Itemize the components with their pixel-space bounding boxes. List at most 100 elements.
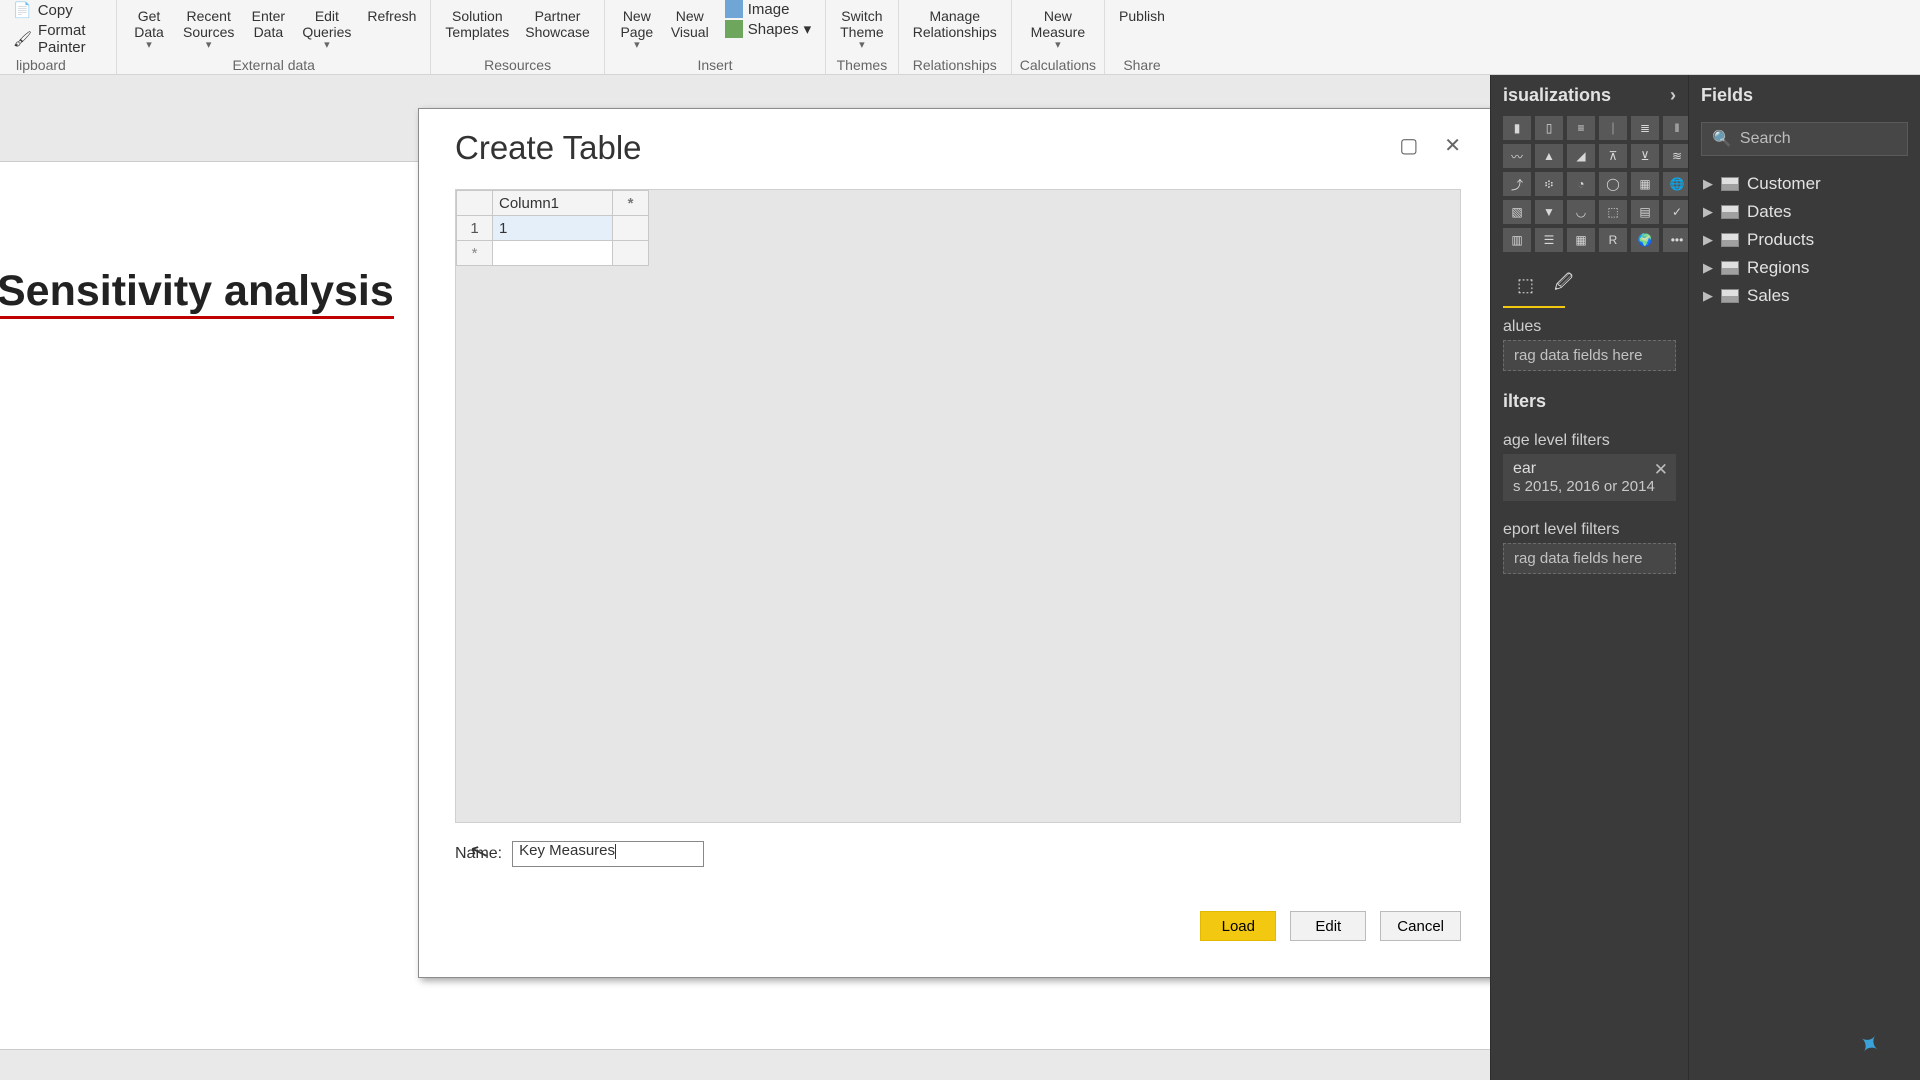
field-label: Sales bbox=[1747, 286, 1790, 306]
name-label: Name: bbox=[455, 845, 502, 863]
shapes-button[interactable]: Shapes ▾ bbox=[725, 20, 811, 38]
edit-queries-label: Edit Queries bbox=[302, 8, 351, 40]
field-table-products[interactable]: ▶ Products bbox=[1689, 226, 1920, 254]
image-button[interactable]: Image bbox=[725, 0, 811, 18]
edit-queries-button[interactable]: Edit Queries ▾ bbox=[296, 0, 357, 51]
viz-tabs-row: ⬚ 🖉 bbox=[1503, 264, 1565, 308]
viz-100-bar[interactable]: ≣ bbox=[1631, 116, 1659, 140]
viz-gauge[interactable]: ◡ bbox=[1567, 200, 1595, 224]
solution-templates-button[interactable]: Solution Templates bbox=[439, 0, 515, 40]
page-filters-label: age level filters bbox=[1491, 422, 1688, 454]
viz-multi-card[interactable]: ▤ bbox=[1631, 200, 1659, 224]
load-button[interactable]: Load bbox=[1200, 911, 1276, 941]
calculations-group: New Measure ▾ Calculations bbox=[1012, 0, 1105, 74]
format-painter-label: Format Painter bbox=[38, 22, 103, 56]
column-header-1[interactable]: Column1 bbox=[493, 191, 613, 216]
manage-relationships-label: Manage Relationships bbox=[913, 8, 997, 40]
viz-line[interactable]: 〰 bbox=[1503, 144, 1531, 168]
close-button[interactable]: ✕ bbox=[1444, 133, 1461, 158]
field-table-regions[interactable]: ▶ Regions bbox=[1689, 254, 1920, 282]
viz-filled-map[interactable]: ▧ bbox=[1503, 200, 1531, 224]
new-row-indicator[interactable]: * bbox=[457, 241, 493, 266]
viz-combo1[interactable]: ⊼ bbox=[1599, 144, 1627, 168]
dialog-title: Create Table bbox=[455, 129, 642, 167]
viz-donut[interactable]: ◯ bbox=[1599, 172, 1627, 196]
grid-corner bbox=[457, 191, 493, 216]
viz-waterfall[interactable]: ⤴ bbox=[1503, 172, 1531, 196]
viz-stacked-bar[interactable]: ▮ bbox=[1503, 116, 1531, 140]
table-icon bbox=[1721, 177, 1739, 191]
chevron-down-icon: ▾ bbox=[146, 38, 152, 51]
cell-new[interactable] bbox=[493, 241, 613, 266]
visualizations-title: isualizations bbox=[1503, 85, 1611, 106]
viz-slicer[interactable]: ▥ bbox=[1503, 228, 1531, 252]
cancel-button[interactable]: Cancel bbox=[1380, 911, 1461, 941]
viz-stacked-area[interactable]: ◢ bbox=[1567, 144, 1595, 168]
viz-card[interactable]: ⬚ bbox=[1599, 200, 1627, 224]
viz-ribbon[interactable]: ≋ bbox=[1663, 144, 1691, 168]
chevron-down-icon: ▾ bbox=[634, 38, 640, 51]
chevron-down-icon: ▾ bbox=[1055, 38, 1061, 51]
viz-scatter[interactable]: ፨ bbox=[1535, 172, 1563, 196]
viz-clustered-bar[interactable]: ≡ bbox=[1567, 116, 1595, 140]
publish-button[interactable]: Publish bbox=[1113, 0, 1171, 24]
edit-button[interactable]: Edit bbox=[1290, 911, 1366, 941]
visualization-type-grid: ▮ ▯ ≡ ｜ ≣ ‖ 〰 ▲ ◢ ⊼ ⊻ ≋ ⤴ ፨ ◔ ◯ ▦ 🌐 ▧ ▼ … bbox=[1491, 116, 1688, 260]
chevron-down-icon: ▾ bbox=[804, 20, 812, 38]
viz-r[interactable]: R bbox=[1599, 228, 1627, 252]
field-table-customer[interactable]: ▶ Customer bbox=[1689, 170, 1920, 198]
viz-area[interactable]: ▲ bbox=[1535, 144, 1563, 168]
new-page-button[interactable]: New Page ▾ bbox=[613, 0, 661, 51]
format-tab[interactable]: 🖉 bbox=[1554, 272, 1573, 298]
external-data-group: Get Data ▾ Recent Sources ▾ Enter Data E… bbox=[117, 0, 431, 74]
chevron-down-icon: ▾ bbox=[859, 38, 865, 51]
fields-well-tab[interactable]: ⬚ bbox=[1517, 272, 1534, 298]
viz-arcgis[interactable]: 🌍 bbox=[1631, 228, 1659, 252]
refresh-icon bbox=[374, 0, 410, 8]
filters-section-head: ilters bbox=[1491, 381, 1688, 422]
collapse-viz-button[interactable]: › bbox=[1670, 85, 1676, 106]
relationships-group: Manage Relationships Relationships bbox=[899, 0, 1012, 74]
new-visual-button[interactable]: New Visual bbox=[665, 0, 715, 40]
maximize-button[interactable]: ▢ bbox=[1399, 133, 1418, 158]
report-filters-drop-zone[interactable]: rag data fields here bbox=[1503, 543, 1676, 574]
recent-sources-button[interactable]: Recent Sources ▾ bbox=[177, 0, 240, 51]
viz-100-column[interactable]: ‖ bbox=[1663, 116, 1691, 140]
table-data-grid[interactable]: Column1 * 1 1 * bbox=[456, 190, 649, 266]
cell-1-1[interactable]: 1 bbox=[493, 216, 613, 241]
partner-showcase-button[interactable]: Partner Showcase bbox=[519, 0, 596, 40]
switch-theme-button[interactable]: Switch Theme ▾ bbox=[834, 0, 890, 51]
viz-map[interactable]: 🌐 bbox=[1663, 172, 1691, 196]
format-painter-button[interactable]: 🖌 Format Painter bbox=[13, 22, 103, 56]
get-data-button[interactable]: Get Data ▾ bbox=[125, 0, 173, 51]
new-measure-button[interactable]: New Measure ▾ bbox=[1025, 0, 1091, 51]
manage-relationships-button[interactable]: Manage Relationships bbox=[907, 0, 1003, 40]
viz-matrix[interactable]: ▦ bbox=[1567, 228, 1595, 252]
remove-filter-button[interactable]: ✕ bbox=[1654, 460, 1668, 480]
fields-search-input[interactable]: 🔍 Search bbox=[1701, 122, 1908, 156]
get-data-label: Get Data bbox=[134, 8, 164, 40]
new-measure-label: New Measure bbox=[1031, 8, 1085, 40]
enter-data-button[interactable]: Enter Data bbox=[244, 0, 292, 40]
copy-button[interactable]: 📄 Copy bbox=[13, 1, 103, 19]
add-column-button[interactable]: * bbox=[613, 191, 649, 216]
viz-table[interactable]: ☰ bbox=[1535, 228, 1563, 252]
values-drop-zone[interactable]: rag data fields here bbox=[1503, 340, 1676, 371]
field-table-dates[interactable]: ▶ Dates bbox=[1689, 198, 1920, 226]
viz-clustered-column[interactable]: ｜ bbox=[1599, 116, 1627, 140]
table-name-input[interactable]: Key Measures bbox=[512, 841, 704, 867]
shapes-label: Shapes bbox=[748, 21, 799, 38]
viz-pie[interactable]: ◔ bbox=[1567, 172, 1595, 196]
field-table-sales[interactable]: ▶ Sales bbox=[1689, 282, 1920, 310]
viz-stacked-column[interactable]: ▯ bbox=[1535, 116, 1563, 140]
page-filter-year[interactable]: ✕ ear s 2015, 2016 or 2014 bbox=[1503, 454, 1676, 501]
recent-sources-icon bbox=[191, 0, 227, 8]
viz-kpi[interactable]: ✓ bbox=[1663, 200, 1691, 224]
viz-funnel[interactable]: ▼ bbox=[1535, 200, 1563, 224]
refresh-button[interactable]: Refresh bbox=[361, 0, 422, 24]
viz-combo2[interactable]: ⊻ bbox=[1631, 144, 1659, 168]
calculations-group-label: Calculations bbox=[1020, 57, 1096, 74]
chevron-down-icon: ▾ bbox=[206, 38, 212, 51]
viz-treemap[interactable]: ▦ bbox=[1631, 172, 1659, 196]
viz-more[interactable]: ••• bbox=[1663, 228, 1691, 252]
